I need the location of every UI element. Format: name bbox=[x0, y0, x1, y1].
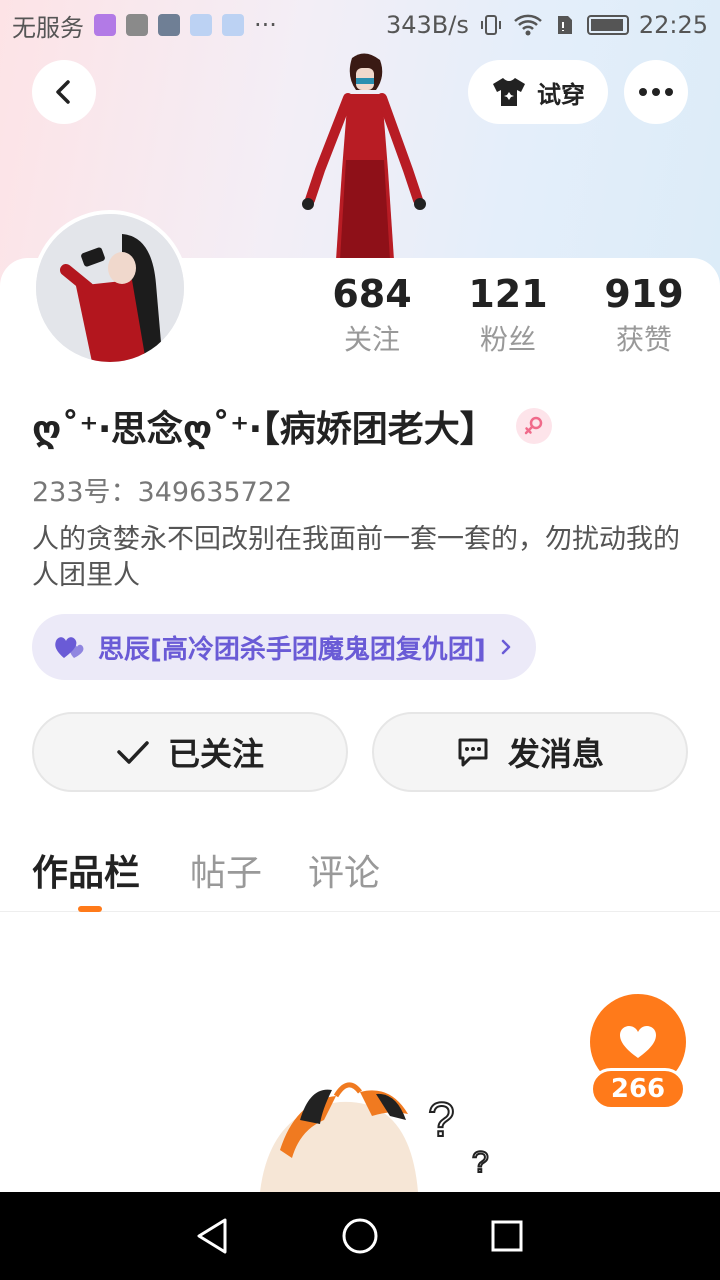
double-heart-icon bbox=[55, 637, 84, 658]
chevron-left-icon bbox=[56, 80, 70, 104]
no-sim-icon bbox=[557, 16, 572, 34]
empty-state-mascot-image: ? ? bbox=[260, 1082, 490, 1192]
carrier-text: 无服务 bbox=[12, 13, 84, 42]
vibrate-icon bbox=[480, 15, 501, 35]
tab-works[interactable]: 作品栏 bbox=[32, 844, 140, 896]
username-row: ღ˚⁺‧思念ღ˚⁺‧【病娇团老大】 bbox=[32, 400, 552, 452]
more-dots-icon bbox=[639, 88, 673, 96]
nav-recents-icon[interactable] bbox=[487, 1216, 527, 1256]
more-notifications-icon: ··· bbox=[254, 11, 277, 39]
try-on-button[interactable]: 试穿 bbox=[468, 60, 608, 124]
stat-label: 粉丝 bbox=[479, 323, 536, 356]
stat-label: 获赞 bbox=[615, 323, 672, 356]
stat-likes[interactable]: 919 获赞 bbox=[574, 270, 714, 362]
app-notification-icon bbox=[126, 14, 148, 36]
stat-followers[interactable]: 121 粉丝 bbox=[438, 270, 578, 362]
user-bio: 人的贪婪永不回改别在我面前一套一套的，勿扰动我的人团里人 bbox=[32, 524, 680, 591]
nav-home-icon[interactable] bbox=[340, 1216, 380, 1256]
baidu-notification-icon bbox=[222, 14, 244, 36]
tab-comments[interactable]: 评论 bbox=[308, 844, 380, 896]
svg-text:?: ? bbox=[472, 1146, 489, 1179]
nav-back-icon[interactable] bbox=[193, 1216, 233, 1256]
stat-value: 121 bbox=[468, 272, 548, 316]
more-options-button[interactable] bbox=[624, 60, 688, 124]
network-speed: 343B/s bbox=[385, 11, 469, 39]
stat-value: 684 bbox=[332, 272, 412, 316]
avatar-image bbox=[36, 214, 184, 362]
stat-following[interactable]: 684 关注 bbox=[302, 270, 442, 362]
active-tab-indicator bbox=[78, 906, 102, 912]
guild-name: 思辰[高冷团杀手团魔鬼团复仇团] bbox=[98, 634, 486, 665]
system-navigation-bar bbox=[0, 1192, 720, 1280]
chat-bubble-icon bbox=[458, 738, 488, 767]
gender-female-icon bbox=[515, 408, 552, 444]
app-notification-icon bbox=[158, 14, 180, 36]
gallery-notification-icon bbox=[94, 14, 116, 36]
avatar-figure-image bbox=[302, 53, 426, 260]
try-on-label: 试穿 bbox=[537, 80, 585, 109]
tshirt-icon bbox=[493, 78, 525, 106]
back-button[interactable] bbox=[32, 60, 96, 124]
wifi-icon bbox=[513, 14, 542, 36]
status-bar: 无服务 ··· 343B/s 22:25 bbox=[0, 0, 720, 50]
guild-badge-button[interactable]: 思辰[高冷团杀手团魔鬼团复仇团] bbox=[32, 614, 536, 680]
tab-posts[interactable]: 帖子 bbox=[190, 844, 262, 896]
followed-label: 已关注 bbox=[167, 735, 264, 773]
send-message-button[interactable]: 发消息 bbox=[372, 712, 688, 792]
user-id: 233号：349635722 bbox=[32, 477, 293, 508]
clock: 22:25 bbox=[638, 11, 708, 39]
followed-button[interactable]: 已关注 bbox=[32, 712, 348, 792]
like-count: 266 bbox=[590, 1068, 686, 1110]
battery-icon bbox=[586, 15, 629, 35]
heart-icon bbox=[620, 1026, 656, 1058]
baidu-notification-icon bbox=[190, 14, 212, 36]
username: ღ˚⁺‧思念ღ˚⁺‧【病娇团老大】 bbox=[32, 409, 496, 450]
stat-value: 919 bbox=[604, 272, 684, 316]
checkmark-icon bbox=[117, 741, 149, 764]
send-message-label: 发消息 bbox=[507, 735, 604, 773]
stat-label: 关注 bbox=[343, 323, 400, 356]
content-tabs: 作品栏 帖子 评论 bbox=[0, 840, 720, 912]
svg-text:?: ? bbox=[428, 1094, 455, 1147]
avatar[interactable] bbox=[32, 210, 188, 366]
chevron-right-icon bbox=[501, 639, 511, 655]
profile-stats: 684 关注 121 粉丝 919 获赞 bbox=[300, 270, 720, 370]
